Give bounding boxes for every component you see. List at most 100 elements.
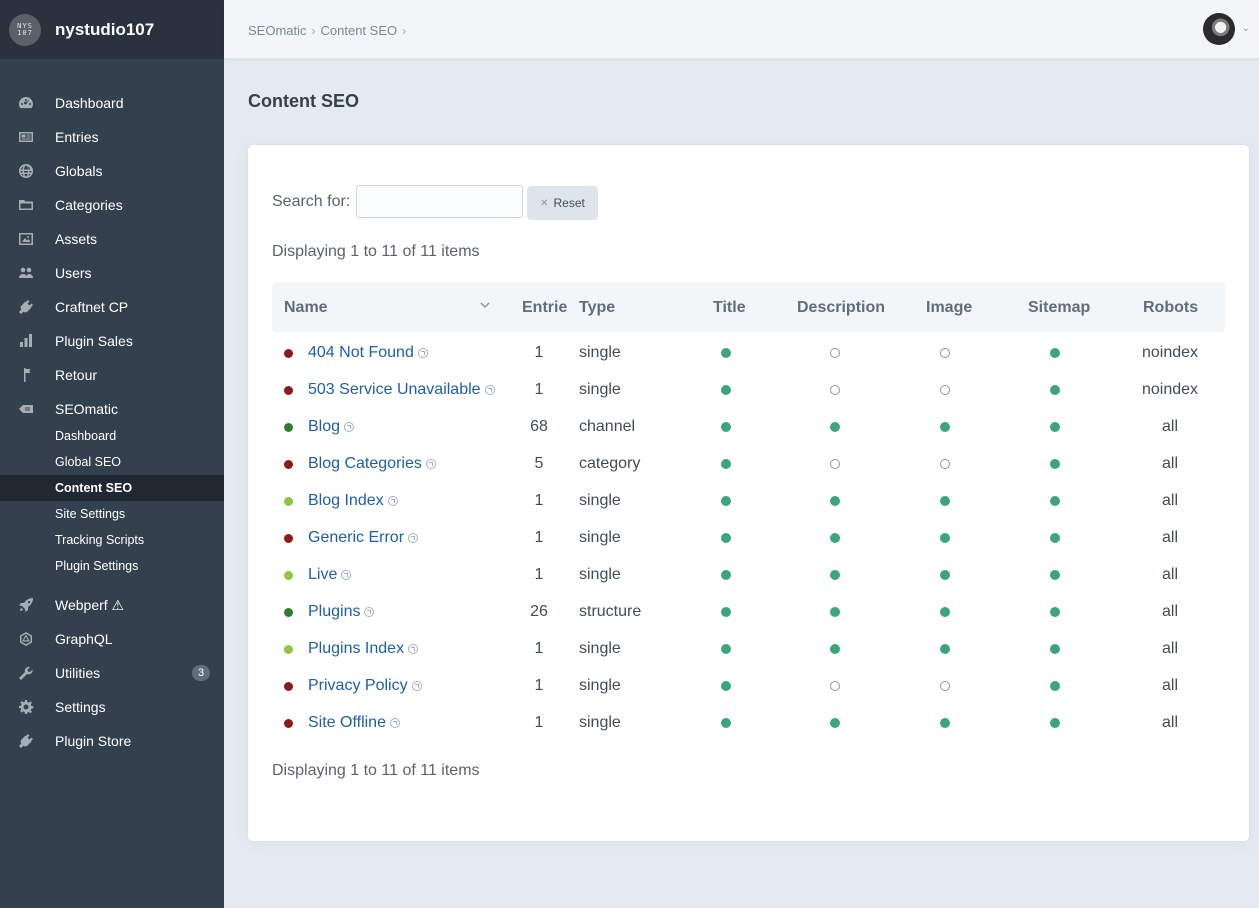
signpost-icon [17,367,34,383]
row-type: single [579,677,621,694]
column-header-type[interactable]: Type [579,299,615,317]
row-robots: all [1161,529,1178,546]
row-robots: all [1161,566,1178,583]
sitemap-indicator [1050,533,1060,543]
row-name-link[interactable]: Live [308,566,352,584]
row-name-link[interactable]: 503 Service Unavailable [308,381,495,399]
external-link-icon[interactable] [344,422,355,432]
external-link-icon[interactable] [411,681,422,691]
external-link-icon[interactable] [389,718,400,728]
nav-item-retour[interactable]: Retour [0,358,224,392]
reset-button[interactable]: ✕ Reset [527,186,598,220]
site-header[interactable]: NYS 107 nystudio107 [0,0,224,59]
nav-item-label: Utilities [55,665,101,681]
title-indicator [721,570,731,580]
row-name-link[interactable]: Blog Index [308,492,398,510]
nav-item-craftnet-cp[interactable]: Craftnet CP [0,290,224,324]
row-type: single [579,529,621,546]
subnav-item-content-seo[interactable]: Content SEO [0,475,224,501]
external-link-icon[interactable] [408,533,419,543]
table-row: 503 Service Unavailable 1 single noindex [272,371,1225,408]
external-link-icon[interactable] [425,459,436,469]
nav-item-categories[interactable]: Categories [0,188,224,222]
content-seo-table: Name Entrie Type Title Description Image… [272,282,1225,741]
nav-item-entries[interactable]: Entries [0,120,224,154]
gauge-icon [17,95,34,111]
description-indicator [830,607,840,617]
external-link-icon[interactable] [484,385,495,395]
main-nav: Dashboard Entries Globals Categories Assets U… [0,86,224,758]
column-header-entries[interactable]: Entrie [522,299,567,317]
table-row: 404 Not Found 1 single noindex [272,334,1225,371]
column-header-name[interactable]: Name [284,299,328,317]
status-indicator [284,386,293,395]
row-name-link[interactable]: 404 Not Found [308,344,428,362]
bar-chart-icon [17,333,34,349]
nav-item-webperf[interactable]: Webperf ⚠ [0,588,224,622]
image-icon [17,231,34,247]
row-entries: 1 [534,381,544,398]
nav-item-users[interactable]: Users [0,256,224,290]
row-name-link[interactable]: Site Offline [308,714,400,732]
nav-item-seomatic[interactable]: SEOmatic [0,392,224,426]
title-indicator [721,607,731,617]
row-name-link[interactable]: Plugins [308,603,375,621]
nav-item-label: Entries [55,129,99,145]
nav-item-settings[interactable]: Settings [0,690,224,724]
subnav-item-plugin-settings[interactable]: Plugin Settings [0,553,224,579]
graphql-icon [17,631,34,647]
breadcrumb-separator: › [402,23,407,38]
nav-item-assets[interactable]: Assets [0,222,224,256]
external-link-icon[interactable] [364,607,375,617]
row-name-link[interactable]: Blog Categories [308,455,436,473]
row-type: single [579,492,621,509]
row-type: single [579,344,621,361]
row-name-link[interactable]: Privacy Policy [308,677,422,695]
row-name: Privacy Policy [308,677,408,694]
nav-item-utilities[interactable]: Utilities 3 [0,656,224,690]
search-input[interactable] [356,185,523,218]
row-robots: all [1161,418,1178,435]
subnav-item-site-settings[interactable]: Site Settings [0,501,224,527]
row-entries: 1 [534,492,544,509]
breadcrumb: SEOmatic › Content SEO › [248,23,411,38]
row-type: single [579,714,621,731]
row-name-link[interactable]: Generic Error [308,529,419,547]
external-link-icon[interactable] [408,644,419,654]
external-link-icon[interactable] [417,348,428,358]
nav-item-graphql[interactable]: GraphQL [0,622,224,656]
row-robots: noindex [1141,344,1199,361]
nav-item-label: Webperf ⚠ [55,596,125,613]
nav-item-label: Globals [55,163,103,179]
nav-item-label: Categories [55,197,123,213]
nav-item-dashboard[interactable]: Dashboard [0,86,224,120]
row-entries: 1 [534,344,544,361]
row-type: single [579,640,621,657]
subnav-item-tracking-scripts[interactable]: Tracking Scripts [0,527,224,553]
external-link-icon[interactable] [387,496,398,506]
title-indicator [721,422,731,432]
nav-item-plugin-store[interactable]: Plugin Store [0,724,224,758]
subnav-item-global-seo[interactable]: Global SEO [0,449,224,475]
breadcrumb-seomatic[interactable]: SEOmatic [248,23,307,38]
table-row: Blog Index 1 single all [272,482,1225,519]
nav-item-globals[interactable]: Globals [0,154,224,188]
topbar: SEOmatic › Content SEO › ⌄ [224,0,1259,59]
nav-item-label: Settings [55,699,106,715]
sort-chevron-icon[interactable] [479,299,491,311]
column-header-robots: Robots [1143,299,1199,316]
wrench-icon [17,665,34,681]
row-robots: noindex [1141,381,1199,398]
chevron-down-icon[interactable]: ⌄ [1242,23,1250,34]
nav-item-plugin-sales[interactable]: Plugin Sales [0,324,224,358]
row-name-link[interactable]: Plugins Index [308,640,419,658]
seomatic-subnav: Dashboard Global SEO Content SEO Site Setti… [0,423,224,579]
subnav-item-dashboard[interactable]: Dashboard [0,423,224,449]
breadcrumb-content-seo[interactable]: Content SEO [321,23,398,38]
row-name-link[interactable]: Blog [308,418,355,436]
external-link-icon[interactable] [341,570,352,580]
sitemap-indicator [1050,496,1060,506]
user-avatar[interactable] [1203,13,1235,45]
row-name: Blog Categories [308,455,422,472]
image-indicator [940,718,950,728]
